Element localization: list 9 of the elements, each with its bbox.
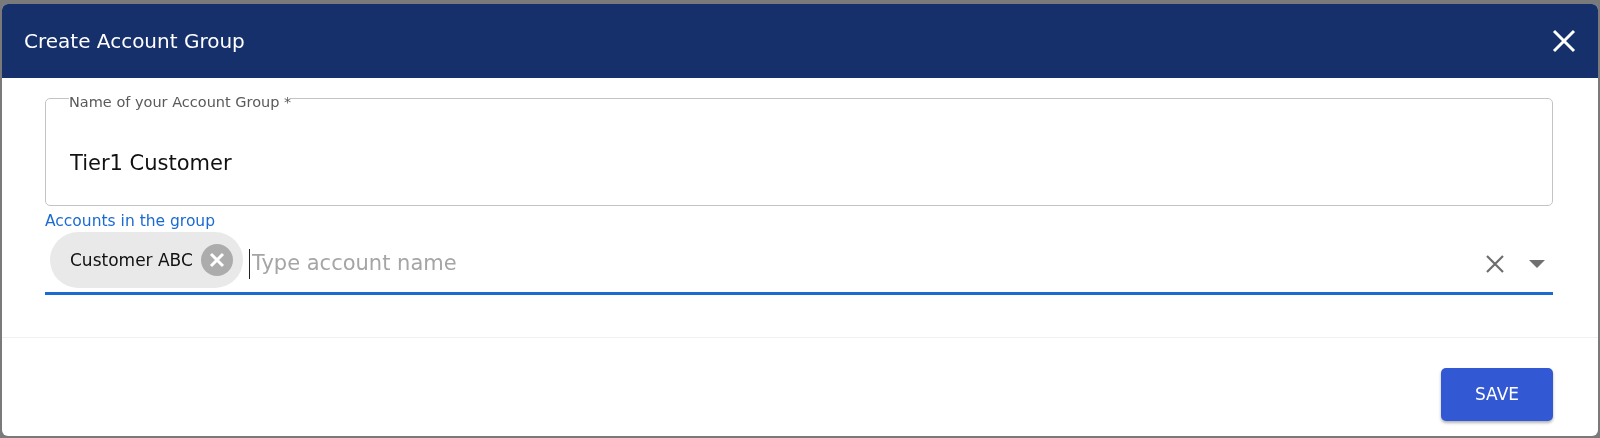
field-label: Name of your Account Group * — [69, 94, 292, 112]
dialog-title: Create Account Group — [24, 28, 245, 55]
close-button[interactable] — [1552, 29, 1576, 53]
field-label: Accounts in the group — [45, 211, 217, 232]
clear-icon[interactable] — [1485, 253, 1505, 274]
account-chip[interactable]: Customer ABC — [50, 232, 243, 289]
dropdown-caret-icon[interactable] — [1529, 259, 1545, 268]
save-button[interactable]: SAVE — [1441, 368, 1553, 421]
close-icon — [1552, 29, 1576, 53]
